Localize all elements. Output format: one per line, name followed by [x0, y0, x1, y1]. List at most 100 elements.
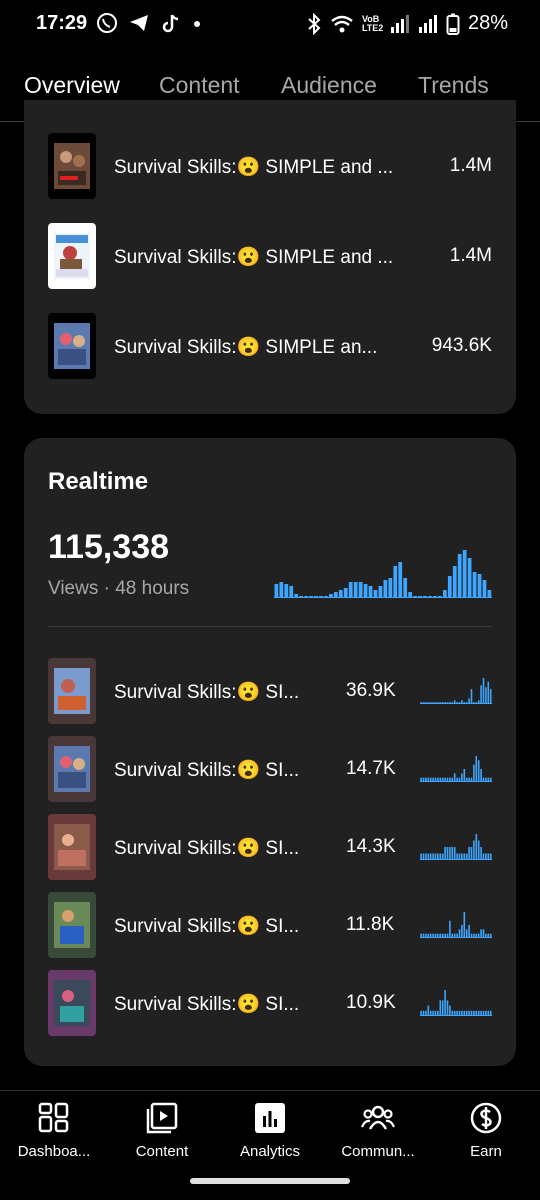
nav-content[interactable]: Content [108, 1101, 216, 1160]
sparkline-bar [425, 777, 427, 782]
sparkline-bar [475, 834, 478, 860]
sparkline [420, 678, 492, 704]
sparkline-bar [446, 933, 449, 938]
dashboard-icon [38, 1102, 69, 1133]
realtime-video-row[interactable]: Survival Skills:😮 SI... 36.9K [48, 658, 492, 724]
sparkline-bar [475, 756, 478, 782]
realtime-bar [472, 572, 477, 598]
realtime-bar [403, 578, 408, 598]
sparkline-bar [439, 853, 442, 860]
sparkline-bar [444, 702, 446, 704]
sparkline [420, 756, 492, 782]
sparkline-bar [477, 840, 480, 860]
realtime-video-row[interactable]: Survival Skills:😮 SI... 14.7K [48, 736, 492, 802]
sparkline-bar [427, 1005, 430, 1016]
video-views: 36.9K [346, 680, 396, 701]
realtime-bar [338, 590, 343, 598]
sparkline-bar [429, 1010, 432, 1016]
top-video-row[interactable]: Survival Skills:😮 SIMPLE and ... 1.4M [48, 133, 492, 199]
sparkline-bar [422, 853, 425, 860]
sparkline-bar [441, 933, 444, 938]
sparkline-bar [425, 702, 427, 704]
video-thumbnail [48, 313, 96, 379]
realtime-video-row[interactable]: Survival Skills:😮 SI... 14.3K [48, 814, 492, 880]
realtime-card[interactable]: Realtime 115,338 Views · 48 hours Surviv… [24, 438, 516, 1066]
sparkline-bar [470, 847, 473, 860]
realtime-views-count: 115,338 [48, 528, 170, 566]
tab-content[interactable]: Content [159, 72, 240, 99]
sparkline-bar [456, 1010, 458, 1016]
realtime-bar [487, 590, 492, 598]
realtime-caption: Views · 48 hours [48, 578, 190, 599]
sparkline-bar [477, 700, 480, 704]
sparkline-bar [453, 933, 456, 938]
sparkline-bar [487, 777, 490, 782]
nav-earn[interactable]: Earn [432, 1101, 540, 1160]
video-title: Survival Skills:😮 SIMPLE and ... [114, 157, 394, 178]
sparkline-bar [422, 702, 425, 704]
sparkline-bar [453, 1010, 456, 1016]
sparkline-bar [456, 853, 458, 860]
realtime-bar [274, 584, 279, 598]
realtime-bar [462, 550, 467, 598]
realtime-video-row[interactable]: Survival Skills:😮 SI... 11.8K [48, 892, 492, 958]
realtime-bar [329, 594, 333, 598]
telegram-icon [130, 15, 148, 31]
sparkline-bar [437, 777, 439, 782]
sparkline-bar [473, 933, 475, 938]
sparkline-bar [437, 1010, 439, 1016]
sparkline-bar [446, 1000, 449, 1016]
sparkline-bar [489, 933, 492, 938]
tab-overview[interactable]: Overview [24, 72, 120, 99]
video-title: Survival Skills:😮 SIMPLE an... [114, 337, 378, 358]
realtime-bar [284, 584, 289, 598]
realtime-title: Realtime [48, 468, 149, 495]
video-views: 1.4M [449, 155, 492, 176]
realtime-bar [343, 588, 348, 598]
sparkline-bar [465, 853, 468, 860]
sparkline-bar [437, 702, 439, 704]
sparkline-bar [482, 678, 485, 704]
realtime-bar [393, 566, 398, 598]
sparkline-bar [473, 840, 475, 860]
top-video-row[interactable]: Survival Skills:😮 SIMPLE an... 943.6K [48, 313, 492, 379]
sparkline-bar [482, 1010, 485, 1016]
nav-dashboard[interactable]: Dashboa... [0, 1101, 108, 1160]
realtime-video-row[interactable]: Survival Skills:😮 SI... 10.9K [48, 970, 492, 1036]
tab-audience[interactable]: Audience [281, 72, 377, 99]
sparkline-bar [477, 933, 480, 938]
sparkline-bar [427, 933, 430, 938]
realtime-bar [319, 596, 323, 598]
sparkline [420, 990, 492, 1016]
analytics-icon [255, 1103, 285, 1133]
sparkline-bar [439, 702, 442, 704]
sparkline-bar [470, 933, 473, 938]
bluetooth-icon [308, 12, 321, 35]
realtime-bar [373, 590, 378, 598]
video-thumbnail [48, 133, 96, 199]
video-thumbnail [48, 892, 96, 958]
realtime-bar [383, 580, 388, 598]
tab-trends[interactable]: Trends [418, 72, 489, 99]
nav-analytics[interactable]: Analytics [216, 1101, 324, 1160]
nav-label: Analytics [239, 1143, 301, 1160]
sparkline-bar [485, 933, 487, 938]
battery-icon [446, 13, 460, 35]
signal-icon [390, 14, 409, 33]
sparkline-bar [463, 853, 466, 860]
top-video-row[interactable]: Survival Skills:😮 SIMPLE and ... 1.4M [48, 223, 492, 289]
sparkline-bar [458, 853, 461, 860]
realtime-bar [442, 590, 447, 598]
sparkline-bar [451, 702, 454, 704]
realtime-bar [333, 592, 338, 598]
sparkline-bar [487, 1010, 490, 1016]
nav-community[interactable]: Commun... [324, 1101, 432, 1160]
sparkline-bar [439, 777, 442, 782]
sparkline-bar [475, 933, 478, 938]
realtime-bar [358, 582, 363, 598]
sparkline-bar [434, 777, 437, 782]
community-icon [361, 1105, 395, 1130]
realtime-bar [279, 582, 284, 598]
realtime-bar [408, 592, 413, 598]
sparkline-bar [458, 929, 461, 938]
